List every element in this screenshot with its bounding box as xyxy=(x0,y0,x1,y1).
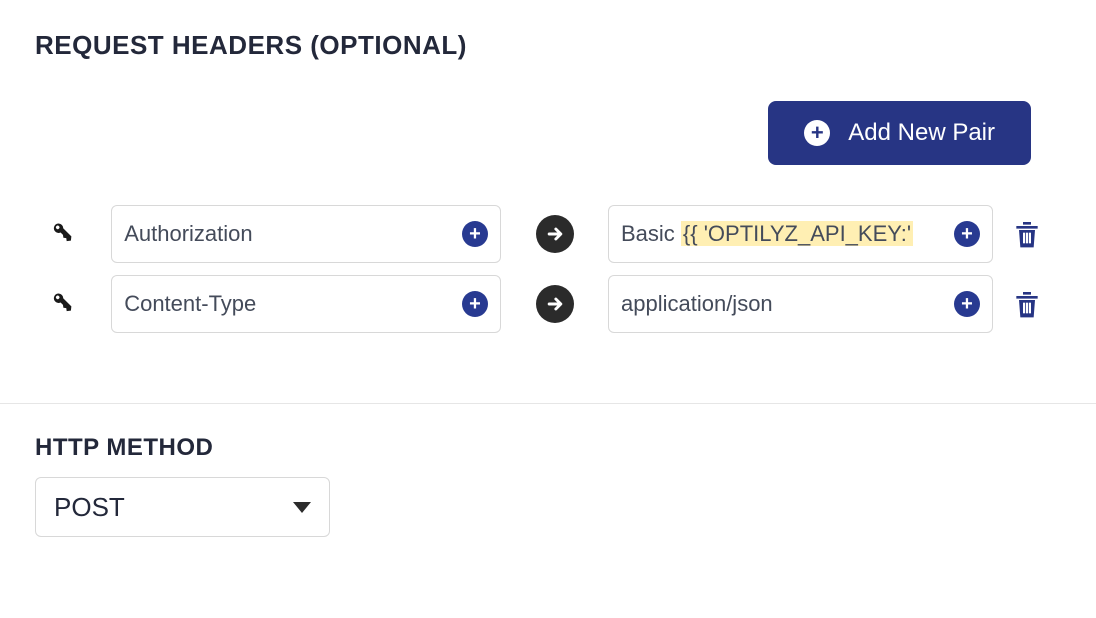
trash-cell xyxy=(993,217,1061,251)
key-icon xyxy=(47,220,75,248)
key-icon-cell xyxy=(35,220,111,248)
header-value-input[interactable]: application/json + xyxy=(608,275,993,333)
add-new-pair-button[interactable]: + Add New Pair xyxy=(768,101,1031,165)
http-method-select[interactable]: POST xyxy=(35,477,330,537)
key-icon xyxy=(47,290,75,318)
insert-variable-icon[interactable]: + xyxy=(462,291,488,317)
request-headers-title: REQUEST HEADERS (OPTIONAL) xyxy=(35,30,1061,61)
add-pair-label: Add New Pair xyxy=(848,119,995,147)
section-divider xyxy=(0,403,1096,404)
arrow-right-icon xyxy=(536,285,574,323)
arrow-cell xyxy=(501,215,608,253)
add-pair-row: + Add New Pair xyxy=(35,101,1061,165)
arrow-cell xyxy=(501,285,608,323)
header-pair-row: Content-Type + application/json + xyxy=(35,275,1061,333)
header-pairs-list: Authorization + Basic {{ 'OPTILYZ_API_KE… xyxy=(35,205,1061,333)
trash-cell xyxy=(993,287,1061,321)
header-key-input[interactable]: Content-Type + xyxy=(111,275,501,333)
arrow-right-icon xyxy=(536,215,574,253)
header-value-input[interactable]: Basic {{ 'OPTILYZ_API_KEY:' + xyxy=(608,205,993,263)
chevron-down-icon xyxy=(293,502,311,513)
header-value-text: application/json xyxy=(621,291,954,317)
plus-circle-icon: + xyxy=(804,120,830,146)
http-method-label: HTTP METHOD xyxy=(35,434,1061,462)
header-key-input[interactable]: Authorization + xyxy=(111,205,501,263)
http-method-value: POST xyxy=(54,492,125,523)
insert-variable-icon[interactable]: + xyxy=(954,291,980,317)
trash-icon[interactable] xyxy=(1011,287,1043,321)
header-key-text: Authorization xyxy=(124,221,462,247)
insert-variable-icon[interactable]: + xyxy=(954,221,980,247)
header-value-text: Basic {{ 'OPTILYZ_API_KEY:' xyxy=(621,221,954,247)
insert-variable-icon[interactable]: + xyxy=(462,221,488,247)
header-pair-row: Authorization + Basic {{ 'OPTILYZ_API_KE… xyxy=(35,205,1061,263)
key-icon-cell xyxy=(35,290,111,318)
trash-icon[interactable] xyxy=(1011,217,1043,251)
header-key-text: Content-Type xyxy=(124,291,462,317)
